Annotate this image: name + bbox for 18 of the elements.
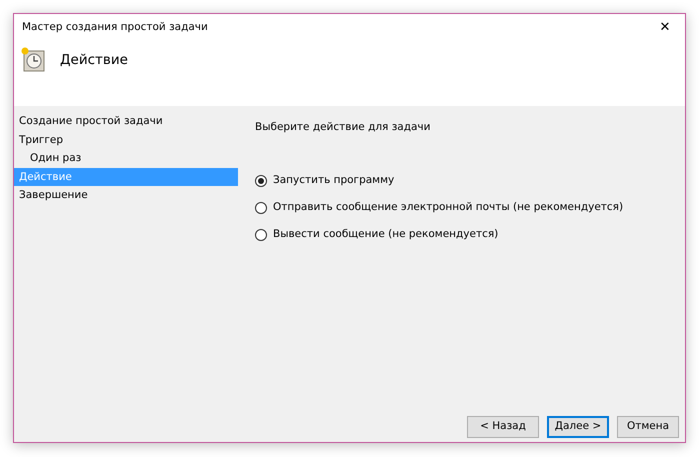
wizard-button[interactable]: < Назад — [467, 416, 539, 438]
step-item[interactable]: Триггер — [14, 130, 238, 149]
clock-icon — [20, 46, 46, 74]
close-button[interactable]: ✕ — [645, 14, 685, 42]
step-item[interactable]: Один раз — [14, 149, 238, 168]
radio-label[interactable]: Вывести сообщение (не рекомендуется) — [273, 227, 498, 244]
window-title: Мастер создания простой задачи — [22, 20, 208, 36]
prompt-text: Выберите действие для задачи — [255, 120, 432, 135]
radio-button[interactable] — [255, 202, 267, 214]
page-title: Действие — [60, 50, 128, 70]
radio-button[interactable] — [255, 229, 267, 242]
radio-label[interactable]: Запустить программу — [273, 173, 394, 190]
radio-label[interactable]: Отправить сообщение электронной почты (не рекомендуется) — [273, 200, 624, 216]
step-item[interactable]: Создание простой задачи — [14, 112, 238, 130]
next-button[interactable]: Далее > — [547, 416, 609, 438]
wizard-button[interactable]: Отмена — [617, 416, 679, 438]
step-item[interactable]: Завершение — [14, 186, 238, 204]
radio-button[interactable] — [255, 175, 267, 188]
